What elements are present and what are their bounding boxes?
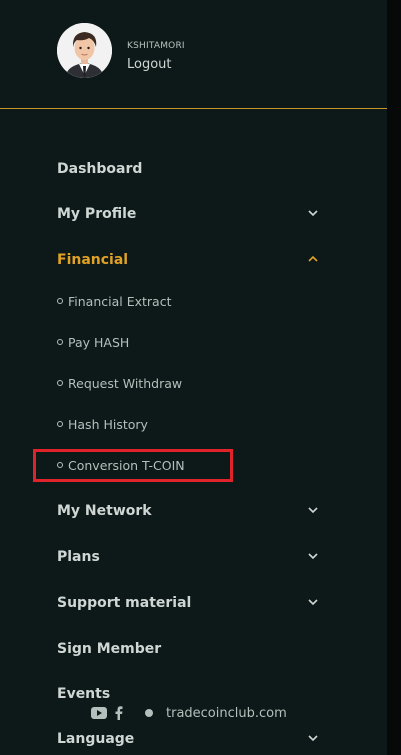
menu-item-my-profile[interactable]: My Profile [57,202,332,226]
avatar-illustration [57,23,112,78]
submenu-item-hash-history[interactable]: Hash History [57,415,148,433]
dot-icon [145,709,153,717]
chevron-down-icon [308,735,318,742]
bullet-icon [57,298,63,304]
submenu-item-financial-extract[interactable]: Financial Extract [57,292,171,310]
bullet-icon [57,339,63,345]
submenu-item-request-withdraw[interactable]: Request Withdraw [57,374,182,392]
facebook-icon[interactable] [115,706,123,720]
submenu-item-pay-hash[interactable]: Pay HASH [57,333,129,351]
chevron-down-icon [308,507,318,514]
sidebar: KSHITAMORI Logout Dashboard My Profile F… [0,0,387,755]
menu-item-my-network[interactable]: My Network [57,499,332,523]
menu-item-support-material[interactable]: Support material [57,591,332,615]
menu-item-events[interactable]: Events [57,682,332,706]
menu-item-label: Sign Member [57,641,162,657]
submenu-item-label: Pay HASH [68,334,130,350]
chevron-down-icon [308,599,318,606]
menu-item-plans[interactable]: Plans [57,545,332,569]
site-link[interactable]: tradecoinclub.com [166,706,287,721]
menu-item-label: Dashboard [57,161,143,177]
user-name: KSHITAMORI [127,41,185,51]
footer-links: tradecoinclub.com [91,704,287,722]
submenu-item-label: Hash History [68,416,148,432]
menu-item-label: Financial [57,252,129,268]
youtube-icon[interactable] [91,707,107,719]
submenu-item-label: Financial Extract [68,293,172,309]
menu-item-label: Language [57,731,135,747]
menu-item-dashboard[interactable]: Dashboard [57,157,332,181]
header-divider [0,108,387,109]
avatar[interactable] [57,23,112,78]
menu-item-label: My Profile [57,206,137,222]
menu-item-label: Support material [57,595,192,611]
app-root: KSHITAMORI Logout Dashboard My Profile F… [0,0,401,755]
chevron-down-icon [308,553,318,560]
bullet-icon [57,421,63,427]
menu-item-label: Plans [57,549,100,565]
menu-item-financial[interactable]: Financial [57,248,332,272]
chevron-down-icon [308,210,318,217]
logout-link[interactable]: Logout [127,57,172,72]
menu-item-sign-member[interactable]: Sign Member [57,637,332,661]
bullet-icon [57,380,63,386]
menu-item-label: Events [57,686,111,702]
menu-item-language[interactable]: Language [57,727,332,751]
highlight-box [33,449,233,482]
menu-item-label: My Network [57,503,152,519]
submenu-item-label: Request Withdraw [68,375,183,391]
chevron-up-icon [308,255,318,262]
content-edge [387,0,401,755]
